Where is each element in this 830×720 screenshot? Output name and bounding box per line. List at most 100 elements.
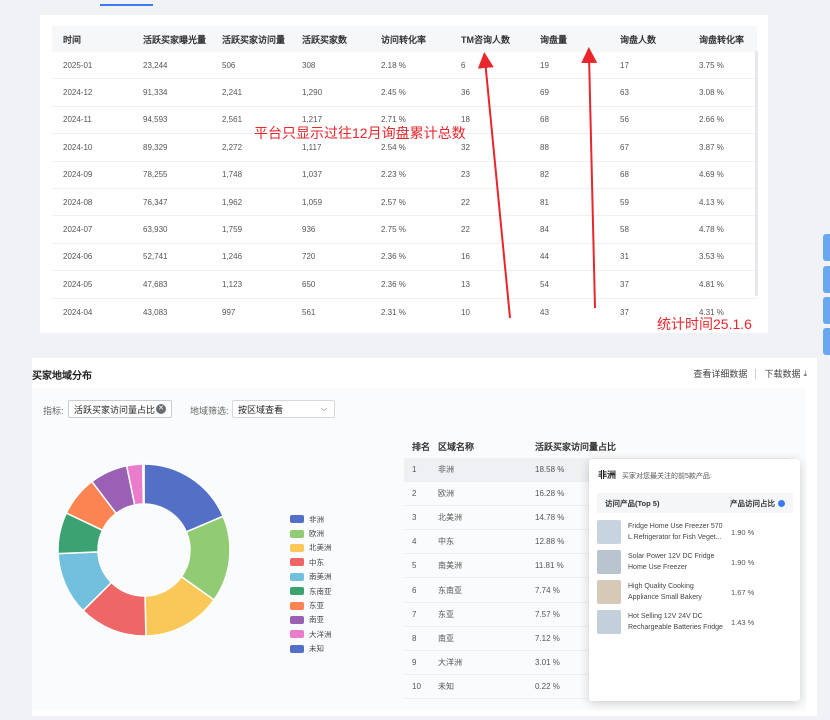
side-tab-2[interactable]	[823, 266, 830, 293]
view-details-link[interactable]: 查看详细数据	[693, 367, 747, 380]
region-filter-select[interactable]: 按区域查看 ⌵	[232, 400, 335, 418]
table-cell: 6	[461, 60, 466, 70]
table-cell: 4.78 %	[699, 225, 724, 235]
product-row[interactable]: High Quality Cooking Appliance Small Bak…	[597, 578, 793, 606]
side-tab-3[interactable]	[823, 297, 830, 324]
donut-slice-10[interactable]	[142, 463, 145, 505]
side-tab-4[interactable]	[823, 328, 830, 355]
rank-cell: 未知	[438, 681, 454, 691]
product-name[interactable]: Solar Power 12V DC Fridge Home Use Freez…	[628, 551, 726, 573]
table-row: 2024-04 43,083 997 561 2.31 % 10 43 37 4.31 %	[52, 299, 757, 326]
product-row[interactable]: Fridge Home Use Freezer 570 L Refrigerat…	[597, 518, 793, 546]
metric-select[interactable]: 活跃买家访问量占比 ✕	[68, 400, 172, 418]
download-icon[interactable]: ⤓	[803, 369, 807, 379]
table-cell: 2024-06	[63, 252, 93, 262]
product-row[interactable]: Hot Selling 12V 24V DC Rechargeable Batt…	[597, 608, 793, 636]
table-cell: 36	[461, 88, 470, 98]
table-cell: 84	[540, 225, 549, 235]
info-icon[interactable]	[778, 500, 785, 508]
table-cell: 2.54 %	[381, 142, 406, 152]
column-header[interactable]: TM咨询人数	[450, 33, 529, 46]
legend-label: 东南亚	[309, 586, 332, 596]
product-thumbnail	[597, 580, 621, 604]
product-name[interactable]: High Quality Cooking Appliance Small Bak…	[628, 581, 726, 603]
legend-swatch	[290, 515, 304, 524]
table-cell: 23	[461, 170, 470, 180]
column-header[interactable]: 询盘转化率	[688, 33, 757, 46]
table-cell: 2,272	[222, 142, 243, 152]
legend-item[interactable]: 欧洲	[290, 526, 332, 540]
table-cell: 720	[302, 252, 316, 262]
column-header[interactable]: 活跃买家数	[291, 33, 370, 46]
legend-item[interactable]: 中东	[290, 555, 332, 569]
legend-item[interactable]: 南美洲	[290, 570, 332, 584]
rank-cell: 6	[412, 585, 417, 595]
legend-label: 北美洲	[309, 543, 332, 553]
platform-note-annotation: 平台只显示过往12月询盘累计总数	[254, 125, 466, 141]
column-header[interactable]: 时间	[52, 33, 132, 46]
table-cell: 2.31 %	[381, 307, 406, 317]
table-cell: 2024-09	[63, 170, 93, 180]
rank-cell: 8	[412, 633, 417, 643]
side-tab-1[interactable]	[823, 234, 830, 261]
table-cell: 10	[461, 307, 470, 317]
product-name[interactable]: Fridge Home Use Freezer 570 L Refrigerat…	[628, 521, 726, 543]
column-header[interactable]: 询盘人数	[609, 33, 688, 46]
rank-cell: 南亚	[438, 633, 454, 643]
table-scrollbar[interactable]	[755, 51, 758, 296]
table-cell: 43,083	[143, 307, 168, 317]
table-cell: 2.36 %	[381, 252, 406, 262]
table-cell: 3.08 %	[699, 88, 724, 98]
table-cell: 4.81 %	[699, 279, 724, 289]
legend-label: 未知	[309, 644, 324, 654]
table-cell: 561	[302, 307, 316, 317]
rank-cell: 2	[412, 489, 417, 499]
table-cell: 32	[461, 142, 470, 152]
table-cell: 63	[620, 88, 629, 98]
legend-swatch	[290, 630, 304, 639]
region-products-popup: 非洲 买家对您最关注的前5款产品: 访问产品(Top 5) 产品访问占比 Fri…	[589, 459, 800, 701]
column-header[interactable]: 访问转化率	[370, 33, 450, 46]
rank-cell: 1	[412, 465, 417, 475]
table-cell: 58	[620, 225, 629, 235]
table-cell: 3.87 %	[699, 142, 724, 152]
table-cell: 2024-05	[63, 279, 93, 289]
table-cell: 1,117	[302, 142, 322, 152]
table-cell: 2.66 %	[699, 115, 724, 125]
legend-item[interactable]: 非洲	[290, 512, 332, 526]
rank-cell: 东南亚	[438, 585, 462, 595]
table-cell: 1,059	[302, 197, 323, 207]
table-cell: 3.53 %	[699, 252, 724, 262]
legend-item[interactable]: 东南亚	[290, 584, 332, 598]
table-cell: 43	[540, 307, 549, 317]
legend-item[interactable]: 北美洲	[290, 541, 332, 555]
legend-item[interactable]: 大洋洲	[290, 627, 332, 641]
product-name[interactable]: Hot Selling 12V 24V DC Rechargeable Batt…	[628, 611, 726, 633]
stat-time-annotation: 统计时间25.1.6	[657, 316, 752, 332]
table-cell: 4.13 %	[699, 197, 724, 207]
table-cell: 4.69 %	[699, 170, 724, 180]
column-header[interactable]: 询盘量	[529, 33, 609, 46]
legend-swatch	[290, 587, 304, 596]
rank-column-header: 区域名称	[438, 441, 475, 452]
table-cell: 23,244	[143, 60, 168, 70]
region-donut-chart	[57, 463, 231, 637]
table-cell: 89,329	[143, 142, 168, 152]
legend-item[interactable]: 南亚	[290, 613, 332, 627]
table-cell: 94,593	[143, 115, 168, 125]
table-row: 2024-05 47,683 1,123 650 2.36 % 13 54 37 4.81 %	[52, 271, 757, 299]
legend-item[interactable]: 未知	[290, 642, 332, 656]
table-cell: 69	[540, 88, 549, 98]
popup-table-header: 访问产品(Top 5) 产品访问占比	[597, 493, 793, 513]
rank-table-header: 排名 区域名称 活跃买家访问量占比	[404, 434, 790, 458]
column-header[interactable]: 活跃买家曝光量	[132, 33, 211, 46]
clear-metric-icon[interactable]: ✕	[156, 404, 166, 414]
table-cell: 82	[540, 170, 549, 180]
product-row[interactable]: Solar Power 12V DC Fridge Home Use Freez…	[597, 548, 793, 576]
rank-cell: 4	[412, 537, 417, 547]
table-cell: 56	[620, 115, 629, 125]
column-header[interactable]: 活跃买家访问量	[211, 33, 291, 46]
download-data-link[interactable]: 下载数据	[764, 367, 800, 380]
legend-item[interactable]: 东亚	[290, 598, 332, 612]
table-cell: 44	[540, 252, 549, 262]
